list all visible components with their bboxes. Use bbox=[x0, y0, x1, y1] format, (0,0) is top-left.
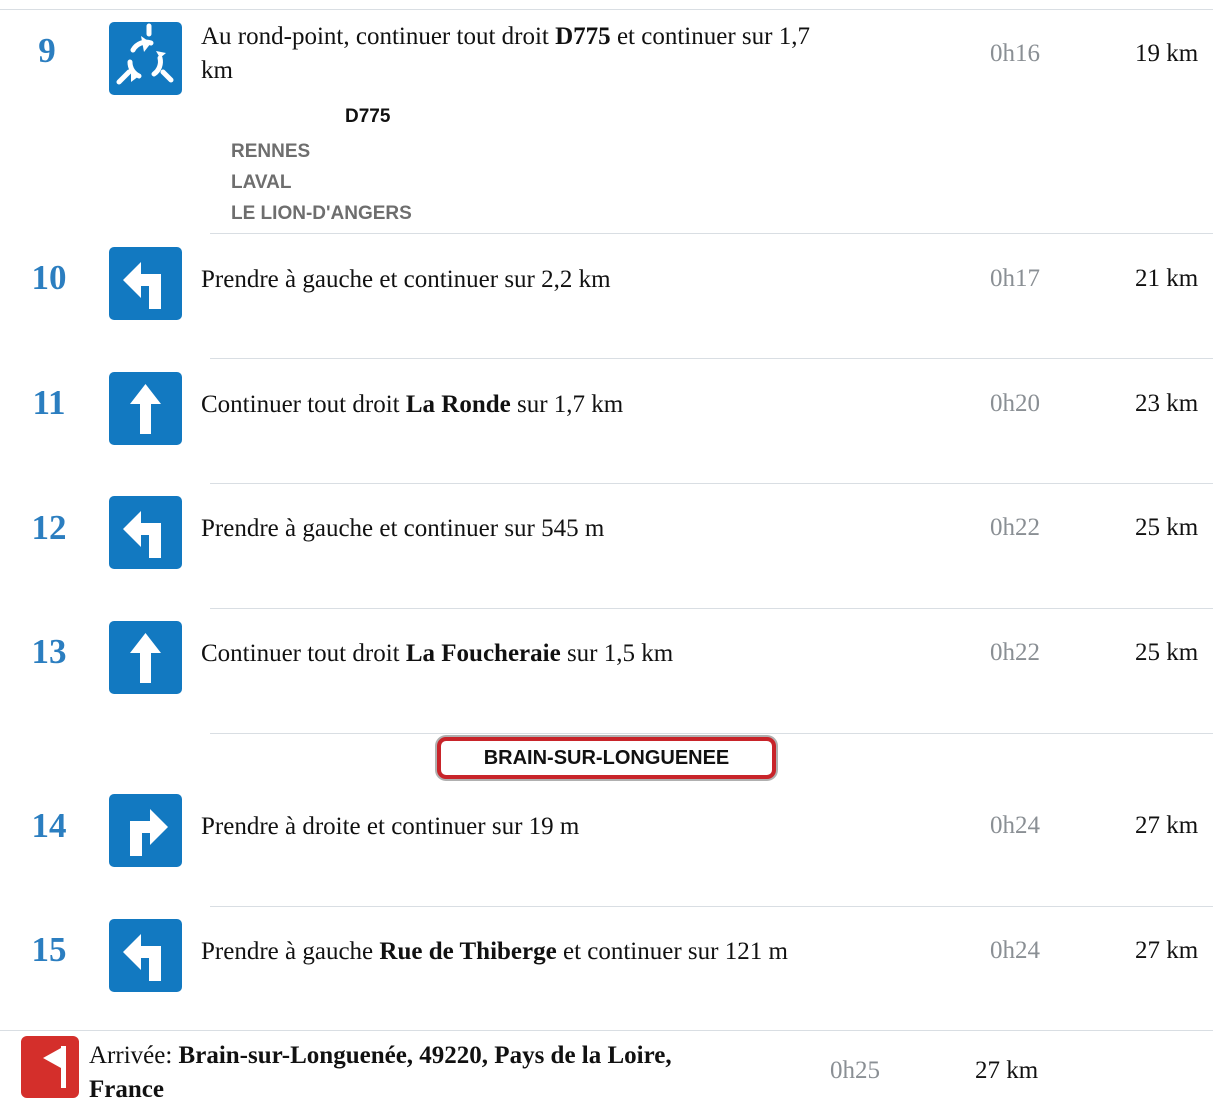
road-name: Rue de Thiberge bbox=[379, 938, 557, 965]
row-separator bbox=[210, 733, 1213, 734]
step-instruction: Prendre à droite et continuer sur 19 m bbox=[201, 810, 579, 844]
step-instruction: Continuer tout droit La Ronde sur 1,7 km bbox=[201, 388, 623, 422]
step-distance: 25 km bbox=[1135, 639, 1199, 666]
step-distance: 23 km bbox=[1135, 390, 1199, 417]
instruction-text: Prendre à droite et continuer sur 19 m bbox=[201, 813, 580, 840]
step-number: 10 bbox=[31, 258, 67, 297]
row-separator bbox=[0, 1030, 1213, 1031]
step-distance: 19 km bbox=[1135, 40, 1199, 67]
instruction-text: Au rond-point, continuer tout droit bbox=[201, 23, 556, 50]
step-time: 0h17 bbox=[990, 265, 1040, 292]
town-entry-sign: BRAIN-SUR-LONGUENEE bbox=[437, 737, 776, 779]
instruction-text: Continuer tout droit bbox=[201, 391, 406, 418]
direction-sign-road: D775 bbox=[345, 106, 391, 127]
step-instruction: Continuer tout droit La Foucheraie sur 1… bbox=[201, 637, 673, 671]
row-separator bbox=[210, 608, 1213, 609]
instruction-text: Continuer tout droit bbox=[201, 640, 406, 667]
step-instruction: Prendre à gauche et continuer sur 2,2 km bbox=[201, 263, 611, 297]
instruction-text: sur 1,7 km bbox=[510, 391, 624, 418]
arrival-distance: 27 km bbox=[975, 1057, 1039, 1084]
instruction-text: Prendre à gauche et continuer sur 545 m bbox=[201, 515, 605, 542]
step-time: 0h22 bbox=[990, 514, 1040, 541]
turn-right-icon bbox=[109, 794, 182, 867]
step-time: 0h24 bbox=[990, 937, 1040, 964]
step-instruction: Prendre à gauche Rue de Thiberge et cont… bbox=[201, 935, 788, 969]
step-instruction: Prendre à gauche et continuer sur 545 m bbox=[201, 512, 604, 546]
step-number: 11 bbox=[32, 383, 66, 422]
row-separator bbox=[210, 906, 1213, 907]
step-distance: 27 km bbox=[1135, 812, 1199, 839]
step-number: 9 bbox=[38, 31, 56, 70]
step-time: 0h16 bbox=[990, 40, 1040, 67]
straight-ahead-icon bbox=[109, 621, 182, 694]
instruction-text: et continuer sur 1,7 bbox=[610, 23, 810, 50]
step-time: 0h20 bbox=[990, 390, 1040, 417]
arrival-time: 0h25 bbox=[830, 1057, 880, 1084]
road-name: D775 bbox=[555, 23, 611, 50]
step-distance: 27 km bbox=[1135, 937, 1199, 964]
straight-ahead-icon bbox=[109, 372, 182, 445]
row-separator bbox=[210, 233, 1213, 234]
turn-left-icon bbox=[109, 496, 182, 569]
step-number: 14 bbox=[31, 806, 67, 845]
step-time: 0h22 bbox=[990, 639, 1040, 666]
instruction-text: sur 1,5 km bbox=[560, 640, 674, 667]
instruction-text: Prendre à gauche bbox=[201, 938, 380, 965]
step-instruction: Au rond-point, continuer tout droit D775… bbox=[201, 20, 941, 88]
direction-sign-destination: LAVAL bbox=[231, 172, 292, 193]
direction-sign-destination: LE LION-D'ANGERS bbox=[231, 203, 412, 224]
town-name: BRAIN-SUR-LONGUENEE bbox=[483, 746, 730, 769]
turn-left-icon bbox=[109, 247, 182, 320]
step-distance: 25 km bbox=[1135, 514, 1199, 541]
instruction-text: et continuer sur 121 m bbox=[556, 938, 788, 965]
instruction-text: Prendre à gauche et continuer sur 2,2 km bbox=[201, 266, 611, 293]
arrival-flag-icon bbox=[21, 1036, 79, 1098]
arrival-place: Brain-sur-Longuenée, 49220, Pays de la L… bbox=[178, 1042, 672, 1069]
step-time: 0h24 bbox=[990, 812, 1040, 839]
row-separator bbox=[210, 483, 1213, 484]
turn-left-icon bbox=[109, 919, 182, 992]
arrival-place: France bbox=[89, 1076, 164, 1103]
step-number: 15 bbox=[31, 930, 67, 969]
step-distance: 21 km bbox=[1135, 265, 1199, 292]
direction-sign-destination: RENNES bbox=[231, 141, 311, 162]
step-number: 13 bbox=[31, 632, 67, 671]
road-name: La Ronde bbox=[405, 391, 511, 418]
instruction-text: km bbox=[201, 57, 233, 84]
roundabout-icon bbox=[109, 22, 182, 95]
arrival-text: Arrivée: Brain-sur-Longuenée, 49220, Pay… bbox=[89, 1039, 809, 1107]
row-separator bbox=[210, 358, 1213, 359]
arrival-label: Arrivée: bbox=[89, 1042, 179, 1069]
road-name: La Foucheraie bbox=[405, 640, 561, 667]
row-separator bbox=[0, 9, 1213, 10]
step-number: 12 bbox=[31, 508, 67, 547]
